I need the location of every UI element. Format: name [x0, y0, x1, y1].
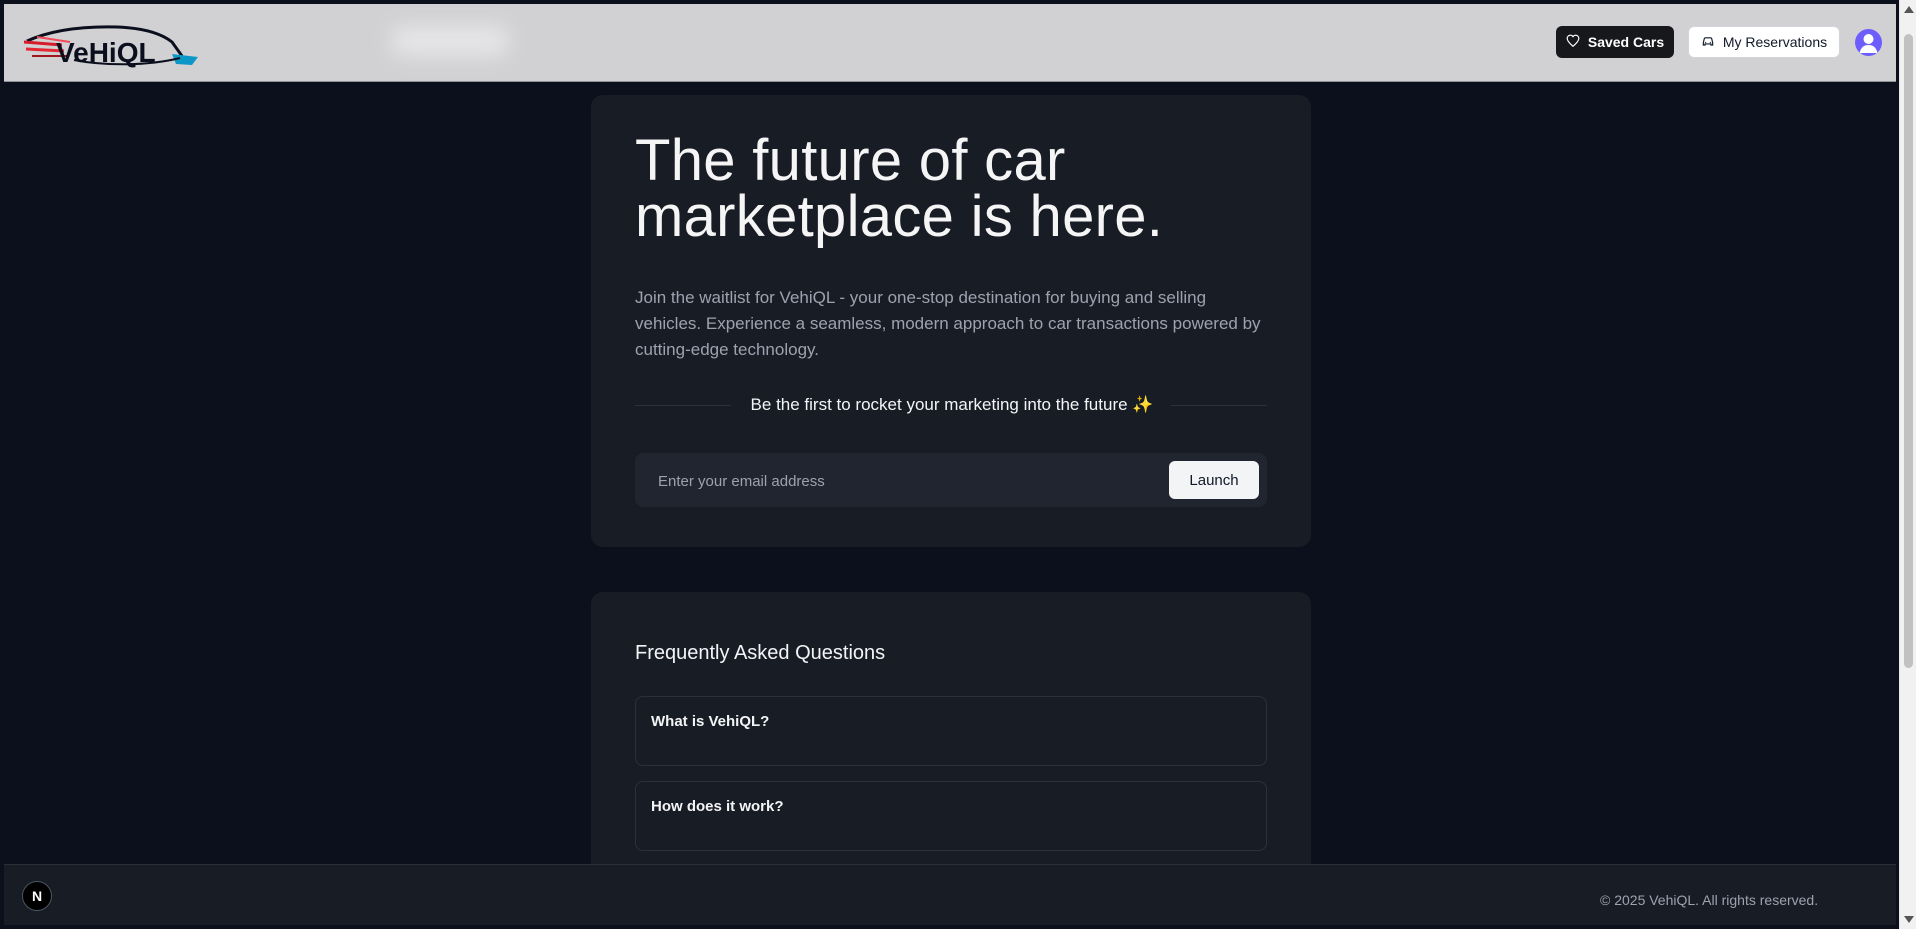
- user-icon: [1855, 34, 1882, 56]
- saved-cars-button[interactable]: Saved Cars: [1556, 26, 1674, 58]
- faq-item-how-does-it-work[interactable]: How does it work?: [635, 781, 1267, 851]
- my-reservations-button[interactable]: My Reservations: [1688, 26, 1840, 58]
- blurred-nav-text: [392, 26, 508, 56]
- hero-title-line-2: marketplace is here.: [635, 184, 1164, 249]
- hero-title-line-1: The future of car: [635, 128, 1066, 193]
- scroll-up-icon[interactable]: [1904, 6, 1914, 13]
- faq-item-what-is-vehiql[interactable]: What is VehiQL?: [635, 696, 1267, 766]
- hero-description: Join the waitlist for VehiQL - your one-…: [635, 288, 1261, 359]
- vertical-scrollbar[interactable]: [1899, 0, 1916, 929]
- divider-line-left: [635, 405, 731, 406]
- car-icon: [1701, 34, 1715, 51]
- hero-title: The future of car marketplace is here.: [635, 128, 1275, 249]
- divider-text: Be the first to rocket your marketing in…: [750, 395, 1154, 414]
- faq-question: What is VehiQL?: [651, 713, 770, 730]
- saved-cars-label: Saved Cars: [1587, 34, 1665, 50]
- faq-title: Frequently Asked Questions: [635, 642, 886, 664]
- vehiql-logo[interactable]: VeHiQL: [22, 22, 204, 68]
- divider-line-right: [1171, 405, 1267, 406]
- app-window: VeHiQL Saved Cars My Reservations The fu…: [4, 4, 1896, 925]
- faq-question: How does it work?: [651, 798, 784, 815]
- my-reservations-label: My Reservations: [1722, 34, 1828, 50]
- heart-icon: [1566, 34, 1580, 51]
- top-navbar: VeHiQL Saved Cars My Reservations: [4, 4, 1896, 82]
- waitlist-form: Launch: [635, 453, 1267, 509]
- scroll-down-icon[interactable]: [1904, 916, 1914, 923]
- email-input[interactable]: [635, 453, 1180, 509]
- launch-button[interactable]: Launch: [1169, 461, 1259, 499]
- copyright-text: © 2025 VehiQL. All rights reserved.: [1600, 892, 1819, 908]
- divider-with-text: Be the first to rocket your marketing in…: [635, 393, 1267, 417]
- user-avatar[interactable]: [1855, 29, 1882, 56]
- scrollbar-thumb[interactable]: [1904, 34, 1913, 668]
- nextjs-badge-icon[interactable]: N: [22, 881, 52, 911]
- footer: N © 2025 VehiQL. All rights reserved.: [4, 864, 1896, 925]
- hero-card: The future of car marketplace is here. J…: [591, 95, 1311, 547]
